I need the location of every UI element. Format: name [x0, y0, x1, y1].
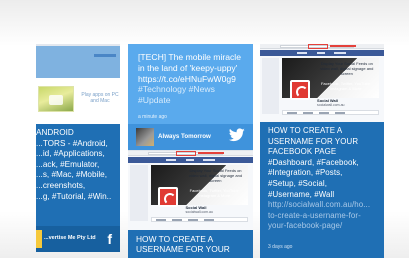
article-hashtags[interactable]: #Dashboard, #Facebook,: [268, 158, 384, 169]
tweet-hashtags[interactable]: #Update: [138, 95, 250, 106]
article-time: 3 days ago: [268, 244, 293, 250]
tweet-footer: Always Tomorrow: [128, 124, 253, 150]
twitter-icon[interactable]: [229, 128, 245, 142]
article-title-line: FACEBOOK PAGE: [268, 147, 337, 157]
post-line: ...TORS - #Android,: [36, 138, 108, 148]
article-hashtags[interactable]: #Username, #Wall: [268, 190, 384, 201]
post-line: ...id, #Applications,: [36, 149, 105, 159]
post-author[interactable]: ...vertise Me Pty Ltd: [44, 235, 96, 241]
post-line: ...s, #Mac, #Mobile,: [36, 170, 107, 180]
promo-header-strip: [36, 46, 120, 78]
caption-line: USERNAME FOR YOUR: [136, 244, 230, 255]
tweet-card[interactable]: [TECH] The mobile miracle in the land of…: [128, 44, 253, 150]
post-line: ...creenshots,: [36, 180, 86, 190]
post-line: ANDROID: [36, 128, 74, 137]
tweet-author[interactable]: Always Tomorrow: [158, 133, 211, 140]
post-card[interactable]: Display Your Social Feeds on video wall,…: [128, 150, 253, 258]
article-link[interactable]: to-create-a-username-for-: [268, 211, 384, 222]
post-text: ANDROID ...TORS - #Android, ...id, #Appl…: [36, 128, 120, 202]
post-line: ...ack, #Emulator,: [36, 159, 100, 169]
post-footer: ...vertise Me Pty Ltd f: [36, 226, 120, 252]
cover-subtext: Facebook, Twitter, YouTube Instagram & M…: [320, 81, 371, 91]
avatar: [136, 128, 154, 146]
tweet-line: [TECH] The mobile miracle: [138, 52, 241, 62]
article-hashtags[interactable]: #Setup, #Social,: [268, 179, 384, 190]
avatar: [36, 230, 42, 248]
promo-text: Play apps on PC and Mac: [81, 92, 119, 104]
cover-subtext: Facebook, Twitter, YouTube Instagram & M…: [189, 188, 239, 198]
page-url: socialwall.com.au: [317, 103, 345, 107]
promo-link[interactable]: [94, 54, 116, 57]
article-hashtags[interactable]: #Integration, #Posts,: [268, 168, 384, 179]
article-title-line: HOW TO CREATE A: [268, 126, 343, 135]
cover-text: Display Your Social Feeds on video wall,…: [320, 61, 374, 76]
tweet-link[interactable]: https://t.co/eHNuFwW0g9: [138, 74, 250, 85]
post-screenshot: Display Your Social Feeds on video wall,…: [128, 150, 253, 230]
social-wall-feed: Play apps on PC and Mac ANDROID ...TORS …: [0, 0, 409, 258]
article-text: HOW TO CREATE A USERNAME FOR YOUR FACEBO…: [268, 126, 384, 232]
facebook-post-card[interactable]: ANDROID ...TORS - #Android, ...id, #Appl…: [36, 124, 120, 252]
app-thumbnail: [38, 86, 74, 112]
post-caption: HOW TO CREATE A USERNAME FOR YOUR: [128, 230, 253, 258]
article-title-line: USERNAME FOR YOUR: [268, 136, 359, 146]
article-card[interactable]: Display Your Social Feeds on video wall,…: [260, 44, 384, 258]
article-link[interactable]: http://socialwall.com.au/ho...: [268, 200, 384, 211]
facebook-icon[interactable]: f: [107, 231, 112, 247]
page-url: socialwall.com.au: [185, 210, 213, 214]
social-wall-logo: [158, 187, 178, 207]
caption-line: HOW TO CREATE A: [136, 234, 214, 244]
app-promo-card[interactable]: Play apps on PC and Mac: [36, 44, 120, 122]
tweet-text: [TECH] The mobile miracle in the land of…: [138, 52, 250, 106]
article-link[interactable]: your-facebook-page/: [268, 221, 384, 232]
cover-text: Display Your Social Feeds on video wall,…: [188, 168, 243, 183]
tweet-line: in the land of 'keepy-uppy': [138, 62, 238, 73]
article-screenshot: Display Your Social Feeds on video wall,…: [260, 44, 384, 122]
post-line: ...g, #Tutorial, #Win..: [36, 191, 112, 201]
tweet-hashtags[interactable]: #Technology #News: [138, 84, 250, 95]
social-wall-logo: [289, 80, 310, 100]
tweet-time: a minute ago: [138, 114, 167, 120]
